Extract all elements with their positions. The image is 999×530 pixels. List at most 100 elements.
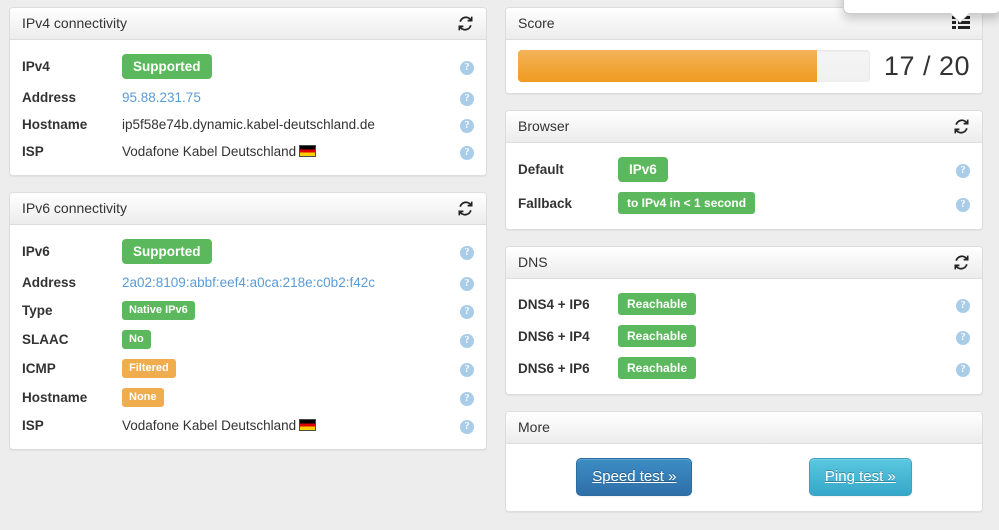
- table-row: ISP Vodafone Kabel Deutschland ?: [22, 412, 474, 439]
- help-icon[interactable]: ?: [956, 298, 970, 313]
- refresh-icon[interactable]: [457, 15, 474, 32]
- help-icon[interactable]: ?: [460, 363, 474, 377]
- isp-name: Vodafone Kabel Deutschland: [122, 144, 297, 159]
- help-icon[interactable]: ?: [956, 197, 970, 212]
- more-panel-header: More: [506, 412, 982, 444]
- row-label: DNS6 + IP6: [518, 360, 590, 376]
- ipv4-panel-body: IPv4 Supported ? Address 95.88.231.75 ? …: [10, 40, 486, 175]
- row-help: ?: [948, 320, 970, 352]
- table-row: Type Native IPv6 ?: [22, 296, 474, 325]
- row-value: to IPv4 in < 1 second: [618, 187, 948, 219]
- table-row: ISP Vodafone Kabel Deutschland ?: [22, 138, 474, 165]
- ipv6-rows-table: IPv6 Supported ? Address 2a02:8109:abbf:…: [22, 234, 474, 439]
- row-value: Vodafone Kabel Deutschland: [122, 138, 452, 165]
- row-value: 2a02:8109:abbf:eef4:a0ca:218e:c0b2:f42c: [122, 269, 452, 296]
- help-icon[interactable]: ?: [460, 392, 474, 406]
- ipv4-connectivity-panel: IPv4 connectivity IPv4 Supported ? Addre…: [9, 7, 487, 176]
- ipv4-panel-header: IPv4 connectivity: [10, 8, 486, 40]
- ipv6-panel-title: IPv6 connectivity: [22, 200, 128, 216]
- row-label: Address: [22, 275, 77, 290]
- row-help: ?: [948, 152, 970, 187]
- dns-panel-body: DNS4 + IP6 Reachable ? DNS6 + IP4 Reacha…: [506, 279, 982, 394]
- isp-name: Vodafone Kabel Deutschland: [122, 418, 297, 433]
- ping-test-button[interactable]: Ping test »: [808, 458, 912, 496]
- score-value-text: 17 / 20: [883, 51, 970, 81]
- status-badge: No: [122, 330, 151, 349]
- speed-test-button[interactable]: Speed test »: [576, 458, 693, 496]
- help-icon[interactable]: ?: [460, 277, 474, 291]
- table-row: DNS6 + IP4 Reachable ?: [518, 320, 970, 352]
- row-value: Reachable: [618, 288, 948, 320]
- help-icon[interactable]: ?: [460, 119, 474, 133]
- row-help: ?: [452, 325, 474, 354]
- help-icon[interactable]: ?: [460, 61, 474, 75]
- score-progress-track: [518, 50, 870, 82]
- help-icon[interactable]: ?: [460, 146, 474, 160]
- row-label: Hostname: [22, 117, 88, 132]
- more-panel-title: More: [518, 419, 550, 435]
- browser-panel-header: Browser: [506, 111, 982, 143]
- ipv6-rows: IPv6 Supported ? Address 2a02:8109:abbf:…: [22, 234, 474, 439]
- help-icon[interactable]: ?: [460, 246, 474, 260]
- help-icon[interactable]: ?: [460, 420, 474, 434]
- score-progress-bar: [518, 50, 818, 82]
- table-row: Address 95.88.231.75 ?: [22, 84, 474, 111]
- refresh-icon[interactable]: [953, 118, 970, 135]
- help-icon[interactable]: ?: [956, 164, 970, 178]
- table-row: ICMP Filtered ?: [22, 354, 474, 383]
- help-icon[interactable]: ?: [956, 362, 970, 377]
- row-label: Hostname: [22, 390, 88, 405]
- ipv6-address-link[interactable]: 2a02:8109:abbf:eef4:a0ca:218e:c0b2:f42c: [122, 275, 375, 290]
- row-help: ?: [452, 412, 474, 439]
- table-row: Default IPv6 ?: [518, 152, 970, 187]
- row-help: ?: [452, 383, 474, 412]
- help-icon[interactable]: ?: [460, 334, 474, 348]
- table-row: IPv6 Supported ?: [22, 234, 474, 269]
- browser-panel: Browser Default IPv6 ? Fallback to IPv4 …: [505, 110, 983, 230]
- row-label: DNS6 + IP4: [518, 328, 590, 344]
- table-row: DNS6 + IP6 Reachable ?: [518, 352, 970, 384]
- status-badge: Supported: [122, 54, 212, 79]
- ipv4-address-link[interactable]: 95.88.231.75: [122, 90, 201, 105]
- status-badge: Native IPv6: [122, 301, 195, 320]
- row-label: SLAAC: [22, 332, 69, 347]
- ipv4-rows: IPv4 Supported ? Address 95.88.231.75 ? …: [22, 49, 474, 165]
- refresh-icon[interactable]: [457, 200, 474, 217]
- ipv4-panel-title: IPv4 connectivity: [22, 15, 128, 31]
- browser-panel-title: Browser: [518, 118, 570, 134]
- row-label: ICMP: [22, 361, 56, 376]
- help-icon[interactable]: ?: [460, 92, 474, 106]
- more-panel: More Speed test » Ping test »: [505, 411, 983, 512]
- score-panel: Score 17 / 20: [505, 7, 983, 94]
- status-badge: Filtered: [122, 359, 176, 378]
- row-value: Filtered: [122, 354, 452, 383]
- ipv4-rows-table: IPv4 Supported ? Address 95.88.231.75 ? …: [22, 49, 474, 165]
- dns-panel-header: DNS: [506, 247, 982, 279]
- status-badge: IPv6: [618, 157, 668, 182]
- row-label: DNS4 + IP6: [518, 296, 590, 312]
- de-flag-icon: [299, 419, 317, 431]
- browser-rows-table: Default IPv6 ? Fallback to IPv4 in < 1 s…: [518, 152, 970, 219]
- row-label: Default: [518, 162, 564, 177]
- row-help: ?: [452, 354, 474, 383]
- row-label: Fallback: [518, 195, 573, 211]
- row-value: 95.88.231.75: [122, 84, 452, 111]
- row-value: No: [122, 325, 452, 354]
- de-flag-icon: [299, 145, 317, 157]
- row-value: Supported: [122, 234, 452, 269]
- left-column: IPv4 connectivity IPv4 Supported ? Addre…: [9, 7, 487, 523]
- help-icon[interactable]: ?: [460, 305, 474, 319]
- help-icon[interactable]: ?: [956, 330, 970, 345]
- table-row: Fallback to IPv4 in < 1 second ?: [518, 187, 970, 219]
- dns-panel: DNS DNS4 + IP6 Reachable ? DNS6 + IP4 Re…: [505, 246, 983, 395]
- row-value: Supported: [122, 49, 452, 84]
- row-value: Reachable: [618, 352, 948, 384]
- status-badge: Reachable: [618, 325, 697, 347]
- refresh-icon[interactable]: [953, 254, 970, 271]
- row-value: IPv6: [618, 152, 948, 187]
- row-help: ?: [452, 269, 474, 296]
- row-label: IPv6: [22, 244, 50, 259]
- row-help: ?: [452, 296, 474, 325]
- dns-rows-table: DNS4 + IP6 Reachable ? DNS6 + IP4 Reacha…: [518, 288, 970, 384]
- row-value: Reachable: [618, 320, 948, 352]
